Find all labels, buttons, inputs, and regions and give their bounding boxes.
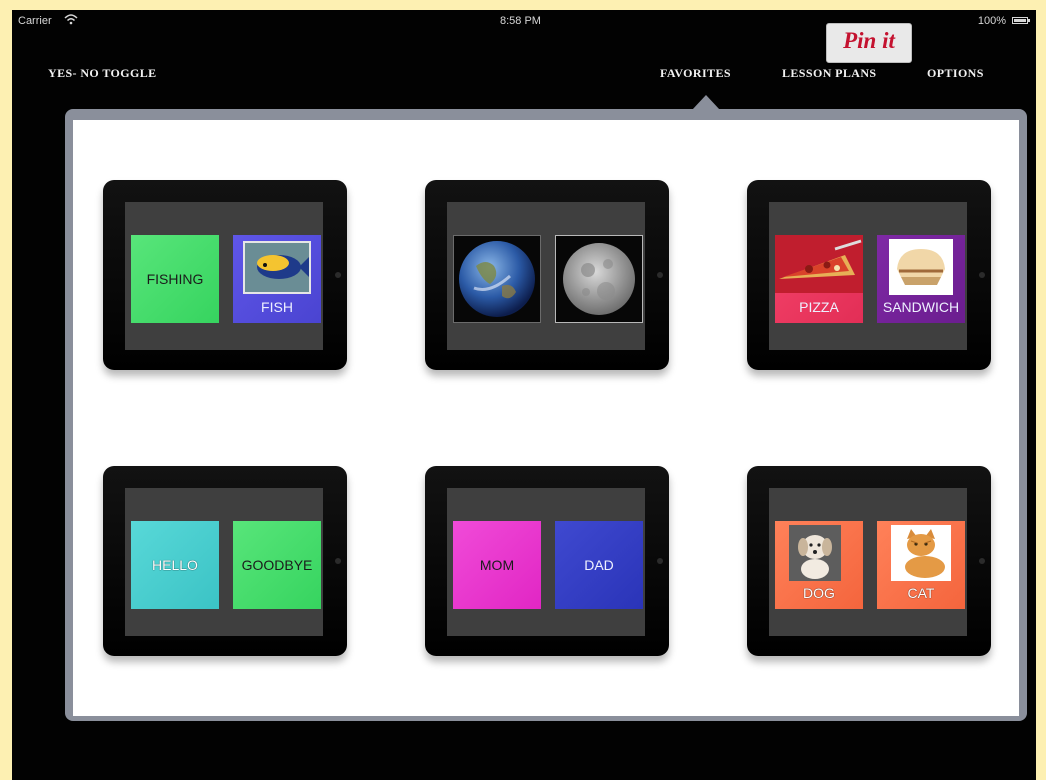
favorites-grid: FISHING FISH PIZZA SANDWICH HELLO GOODBY… bbox=[73, 120, 1019, 716]
tile-dad[interactable]: DAD bbox=[555, 521, 643, 609]
favorite-card-earth-moon[interactable] bbox=[425, 180, 669, 370]
tile-label: SANDWICH bbox=[882, 299, 960, 315]
moon-image bbox=[555, 235, 643, 323]
cat-image bbox=[891, 525, 951, 581]
tile-goodbye[interactable]: GOODBYE bbox=[233, 521, 321, 609]
tile-sandwich[interactable]: SANDWICH bbox=[877, 235, 965, 323]
carrier-label: Carrier bbox=[18, 15, 52, 27]
tile-label: GOODBYE bbox=[241, 557, 313, 573]
tile-label: DAD bbox=[584, 557, 614, 573]
wifi-icon bbox=[64, 14, 78, 25]
tile-dog[interactable]: DOG bbox=[775, 521, 863, 609]
tile-label: PIZZA bbox=[799, 299, 839, 315]
tile-moon[interactable] bbox=[555, 235, 643, 323]
favorites-tab[interactable]: FAVORITES bbox=[660, 66, 731, 81]
lesson-plans-tab[interactable]: LESSON PLANS bbox=[782, 66, 877, 81]
favorite-card-greetings[interactable]: HELLO GOODBYE bbox=[103, 466, 347, 656]
home-button bbox=[979, 558, 985, 564]
sandwich-image bbox=[889, 239, 953, 295]
favorite-card-food[interactable]: PIZZA SANDWICH bbox=[747, 180, 991, 370]
favorites-panel: FISHING FISH PIZZA SANDWICH HELLO GOODBY… bbox=[65, 109, 1027, 721]
favorite-card-pets[interactable]: DOG CAT bbox=[747, 466, 991, 656]
fish-image bbox=[243, 241, 311, 294]
favorite-card-fishing[interactable]: FISHING FISH bbox=[103, 180, 347, 370]
device-screen: PIZZA SANDWICH bbox=[769, 202, 967, 350]
tile-label: DOG bbox=[803, 585, 835, 601]
tile-mom[interactable]: MOM bbox=[453, 521, 541, 609]
pin-it-button[interactable]: Pin it bbox=[826, 23, 912, 63]
options-tab[interactable]: OPTIONS bbox=[927, 66, 984, 81]
home-button bbox=[335, 272, 341, 278]
tile-cat[interactable]: CAT bbox=[877, 521, 965, 609]
tile-fish[interactable]: FISH bbox=[233, 235, 321, 323]
device-screen: MOM DAD bbox=[447, 488, 645, 636]
home-button bbox=[335, 558, 341, 564]
tile-hello[interactable]: HELLO bbox=[131, 521, 219, 609]
tile-label: HELLO bbox=[152, 557, 198, 573]
status-time: 8:58 PM bbox=[500, 15, 541, 27]
ipad-screen: Carrier 8:58 PM 100% YES- NO TOGGLE FAVO… bbox=[12, 10, 1036, 780]
device-screen: FISHING FISH bbox=[125, 202, 323, 350]
pizza-image bbox=[775, 235, 863, 293]
tile-label: MOM bbox=[479, 557, 515, 573]
yes-no-toggle-tab[interactable]: YES- NO TOGGLE bbox=[48, 66, 157, 81]
device-screen bbox=[447, 202, 645, 350]
tile-fishing[interactable]: FISHING bbox=[131, 235, 219, 323]
device-screen: DOG CAT bbox=[769, 488, 967, 636]
tile-label: CAT bbox=[907, 585, 935, 601]
device-screen: HELLO GOODBYE bbox=[125, 488, 323, 636]
earth-image bbox=[453, 235, 541, 323]
dog-image bbox=[789, 525, 841, 581]
home-button bbox=[657, 558, 663, 564]
tile-label: FISHING bbox=[146, 271, 204, 287]
home-button bbox=[657, 272, 663, 278]
favorites-pointer bbox=[692, 95, 720, 110]
tile-pizza[interactable]: PIZZA bbox=[775, 235, 863, 323]
battery-percent: 100% bbox=[977, 15, 1006, 27]
home-button bbox=[979, 272, 985, 278]
favorite-card-parents[interactable]: MOM DAD bbox=[425, 466, 669, 656]
tile-label: FISH bbox=[261, 299, 293, 315]
top-nav: YES- NO TOGGLE FAVORITES LESSON PLANS OP… bbox=[12, 62, 1036, 86]
battery-icon bbox=[1012, 17, 1030, 24]
tile-earth[interactable] bbox=[453, 235, 541, 323]
